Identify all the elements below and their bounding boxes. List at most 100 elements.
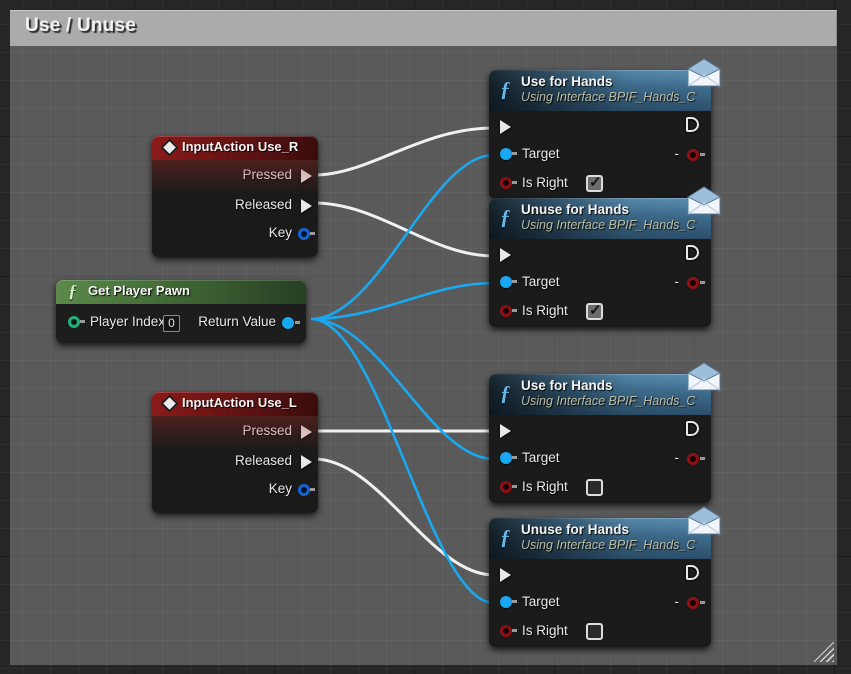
node-body: Pressed Released Key [152, 160, 318, 257]
pin-label-target: Target [522, 274, 560, 289]
node-subtitle: Using Interface BPIF_Hands_C [521, 218, 696, 232]
object-pin-target[interactable] [500, 596, 512, 608]
node-unuse-for-hands-left[interactable]: ƒ Unuse for Hands Using Interface BPIF_H… [489, 506, 722, 647]
node-get-player-pawn[interactable]: ƒ Get Player Pawn Player Index 0 Return … [56, 280, 306, 343]
check-mark-icon: ✓ [589, 174, 602, 191]
bool-pin-is-right[interactable] [500, 481, 512, 493]
object-pin-return-value[interactable] [282, 317, 294, 329]
is-right-checkbox[interactable]: ✓ [586, 175, 603, 192]
node-header[interactable]: InputAction Use_L [152, 392, 318, 416]
pin-row-is-right[interactable]: Is Right [489, 618, 711, 647]
resize-grip-icon[interactable] [814, 642, 834, 662]
pin-row-player-index[interactable]: Player Index 0 Return Value [56, 304, 306, 343]
is-right-checkbox[interactable] [586, 623, 603, 640]
node-header[interactable]: ƒ Use for Hands Using Interface BPIF_Han… [489, 374, 711, 415]
node-inputaction-use-l[interactable]: InputAction Use_L Pressed Released Key [152, 392, 318, 513]
pin-label-released: Released [234, 453, 292, 468]
pin-row-is-right[interactable]: Is Right ✓ [489, 170, 711, 199]
pin-row-target[interactable]: Target - [489, 589, 711, 618]
envelope-icon [686, 58, 722, 87]
pin-row-target[interactable]: Target - [489, 141, 711, 170]
pin-row-pressed[interactable]: Pressed [152, 416, 318, 448]
pin-row-is-right[interactable]: Is Right ✓ [489, 298, 711, 327]
pin-row-exec[interactable] [489, 415, 711, 445]
pin-label-released: Released [234, 197, 292, 212]
object-pin-target[interactable] [500, 276, 512, 288]
exec-pin-in[interactable] [500, 424, 511, 438]
pin-label-return: - [674, 594, 680, 609]
pin-row-is-right[interactable]: Is Right [489, 474, 711, 503]
pin-row-exec[interactable] [489, 559, 711, 589]
bool-pin-return[interactable] [687, 597, 699, 609]
envelope-icon [686, 362, 722, 391]
pin-row-key[interactable]: Key [152, 476, 318, 504]
object-pin-target[interactable] [500, 148, 512, 160]
pin-row-pressed[interactable]: Pressed [152, 160, 318, 192]
pin-nub [512, 309, 517, 312]
bool-pin-return[interactable] [687, 149, 699, 161]
node-header[interactable]: ƒ Get Player Pawn [56, 280, 306, 304]
pin-nub [295, 321, 300, 324]
exec-pin-out[interactable] [686, 565, 699, 580]
node-header[interactable]: ƒ Use for Hands Using Interface BPIF_Han… [489, 70, 711, 111]
node-header[interactable]: InputAction Use_R [152, 136, 318, 160]
node-title: Unuse for Hands [521, 522, 630, 537]
blueprint-graph-canvas[interactable]: Use / Unuse InputAction Use_R Pressed Re… [0, 0, 851, 674]
exec-pin-in[interactable] [500, 568, 511, 582]
pin-nub [512, 280, 517, 283]
struct-pin-key[interactable] [298, 228, 310, 240]
node-use-for-hands-left[interactable]: ƒ Use for Hands Using Interface BPIF_Han… [489, 362, 722, 503]
bool-pin-is-right[interactable] [500, 177, 512, 189]
pin-nub [512, 629, 517, 632]
diamond-icon [161, 139, 178, 156]
function-f-icon: ƒ [500, 77, 511, 101]
bool-pin-is-right[interactable] [500, 305, 512, 317]
pin-label-is-right: Is Right [522, 303, 568, 318]
pin-row-released[interactable]: Released [152, 192, 318, 220]
comment-title-bar[interactable]: Use / Unuse [10, 10, 837, 46]
is-right-checkbox[interactable] [586, 479, 603, 496]
exec-pin-pressed[interactable] [301, 169, 312, 183]
bool-pin-return[interactable] [687, 453, 699, 465]
bool-pin-return[interactable] [687, 277, 699, 289]
exec-pin-released[interactable] [301, 455, 312, 469]
bool-pin-is-right[interactable] [500, 625, 512, 637]
pin-label-target: Target [522, 146, 560, 161]
node-subtitle: Using Interface BPIF_Hands_C [521, 90, 696, 104]
int-pin-player-index[interactable] [68, 316, 80, 328]
function-f-icon: ƒ [500, 525, 511, 549]
exec-pin-pressed[interactable] [301, 425, 312, 439]
player-index-value-input[interactable]: 0 [163, 315, 180, 332]
object-pin-target[interactable] [500, 452, 512, 464]
function-f-icon: ƒ [500, 381, 511, 405]
exec-pin-out[interactable] [686, 117, 699, 132]
exec-pin-out[interactable] [686, 421, 699, 436]
pin-nub [512, 152, 517, 155]
pin-row-target[interactable]: Target - [489, 269, 711, 298]
pin-row-released[interactable]: Released [152, 448, 318, 476]
node-header[interactable]: ƒ Unuse for Hands Using Interface BPIF_H… [489, 198, 711, 239]
envelope-icon [686, 186, 722, 215]
pin-nub [700, 457, 705, 460]
pin-row-key[interactable]: Key [152, 220, 318, 248]
struct-pin-key[interactable] [298, 484, 310, 496]
node-inputaction-use-r[interactable]: InputAction Use_R Pressed Released Key [152, 136, 318, 257]
node-unuse-for-hands-right[interactable]: ƒ Unuse for Hands Using Interface BPIF_H… [489, 186, 722, 327]
exec-pin-in[interactable] [500, 248, 511, 262]
pin-label-pressed: Pressed [242, 423, 292, 438]
exec-pin-released[interactable] [301, 199, 312, 213]
node-title: Use for Hands [521, 378, 613, 393]
pin-row-exec[interactable] [489, 111, 711, 141]
exec-pin-out[interactable] [686, 245, 699, 260]
node-use-for-hands-right[interactable]: ƒ Use for Hands Using Interface BPIF_Han… [489, 58, 722, 199]
pin-nub [700, 153, 705, 156]
pin-row-target[interactable]: Target - [489, 445, 711, 474]
pin-row-exec[interactable] [489, 239, 711, 269]
pin-nub [700, 601, 705, 604]
exec-pin-in[interactable] [500, 120, 511, 134]
pin-nub [700, 281, 705, 284]
pin-label-return: - [674, 146, 680, 161]
is-right-checkbox[interactable]: ✓ [586, 303, 603, 320]
node-body: Target - Is Right ✓ [489, 239, 711, 327]
node-header[interactable]: ƒ Unuse for Hands Using Interface BPIF_H… [489, 518, 711, 559]
